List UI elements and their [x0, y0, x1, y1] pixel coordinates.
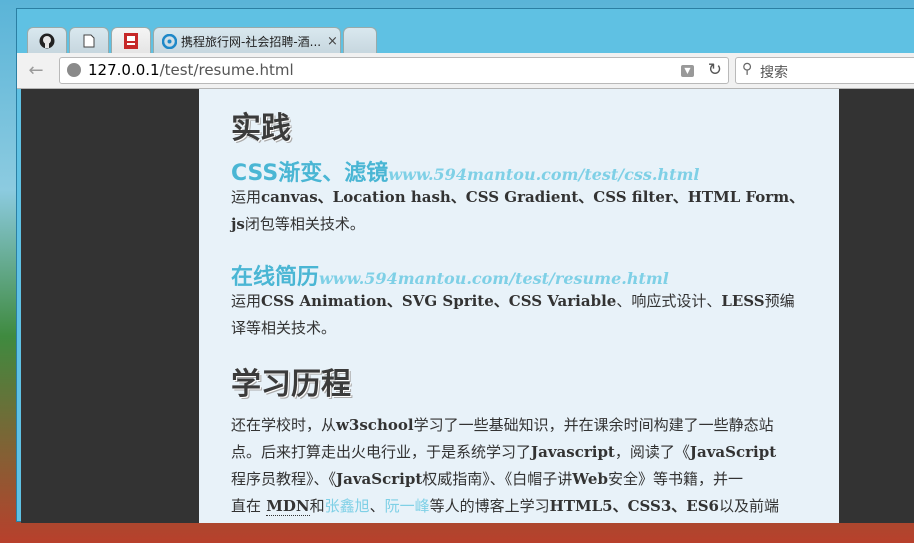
project-css-desc: 运用canvas、Location hash、CSS Gradient、CSS …	[231, 184, 806, 238]
history-text: 和	[309, 497, 325, 515]
url-host: 127.0.0.1	[88, 61, 160, 79]
history-tech: JavaScript	[689, 443, 777, 461]
learning-history: 还在学校时，从w3school学习了一些基础知识，并在课余时间构建了一些静态站 …	[231, 412, 806, 520]
globe-icon	[67, 63, 81, 77]
tab-github[interactable]	[27, 27, 67, 54]
url-path: /test/resume.html	[159, 61, 294, 79]
search-placeholder: 搜索	[760, 65, 788, 81]
page-viewport: 实践 CSS渐变、滤镜www.594mantou.com/test/css.ht…	[21, 89, 914, 523]
section-title-learning: 学习历程	[231, 367, 351, 402]
section-title-practice: 实践	[231, 111, 291, 146]
project-resume-name: 在线简历	[231, 265, 320, 290]
page-icon	[83, 34, 95, 48]
search-icon: ⚲	[742, 61, 753, 77]
history-text: ，阅读了《	[614, 443, 690, 461]
dropdown-icon[interactable]: ▼	[681, 65, 694, 77]
tab-ctrip-title: 携程旅行网-社会招聘-酒...	[181, 34, 321, 49]
history-text: 、	[369, 497, 385, 515]
tab-ctrip[interactable]: 携程旅行网-社会招聘-酒... ×	[153, 27, 341, 54]
history-text: 直在	[231, 497, 262, 515]
history-tech: Web	[572, 470, 608, 488]
resume-page: 实践 CSS渐变、滤镜www.594mantou.com/test/css.ht…	[199, 89, 839, 523]
project-css-name: CSS渐变、滤镜	[231, 161, 389, 186]
history-text: 学习了一些基础知识，并在课余时间构建了一些静态站	[413, 416, 774, 434]
history-text: 点。后来打算走出火电行业，于是系统学习了	[231, 443, 532, 461]
reload-icon[interactable]: ↻	[708, 60, 722, 80]
desc-text: 运用	[231, 292, 262, 310]
tab-close-icon[interactable]: ×	[327, 34, 338, 49]
project-resume-link[interactable]: www.594mantou.com/test/resume.html	[319, 269, 669, 288]
new-tab-button[interactable]	[343, 27, 377, 54]
history-text: 安全》等书籍，并一	[607, 470, 743, 488]
url-text: 127.0.0.1/test/resume.html	[88, 61, 294, 79]
browser-window: 携程旅行网-社会招聘-酒... × ← 127.0.0.1/test/resum…	[16, 8, 914, 523]
history-text: 等人的博客上学习	[429, 497, 550, 515]
toolbar: ← 127.0.0.1/test/resume.html ▼ ↻ ⚲ 搜索	[17, 53, 914, 89]
desc-tech: js	[231, 215, 245, 233]
desc-tech: LESS	[721, 292, 765, 310]
history-text: 以及前端	[719, 497, 780, 515]
desc-text: 运用	[231, 188, 262, 206]
project-css-link[interactable]: www.594mantou.com/test/css.html	[388, 165, 699, 184]
link-zhangxinxu[interactable]: 张鑫旭	[325, 497, 370, 515]
back-arrow-icon[interactable]: ←	[25, 60, 47, 82]
search-box[interactable]: ⚲ 搜索	[735, 57, 914, 84]
ctrip-icon	[162, 33, 177, 49]
abbr-mdn: MDN	[266, 497, 310, 516]
history-tech: JavaScript	[336, 470, 423, 488]
history-tech: w3school	[336, 416, 414, 434]
link-ruanyifeng[interactable]: 阮一峰	[385, 497, 430, 515]
github-icon	[39, 33, 55, 49]
desc-tech: canvas、Location hash、CSS Gradient、CSS fi…	[261, 188, 805, 206]
project-css-title: CSS渐变、滤镜www.594mantou.com/test/css.html	[231, 155, 700, 187]
tab-resume-active[interactable]	[111, 27, 151, 54]
tab-strip: 携程旅行网-社会招聘-酒... ×	[17, 9, 914, 54]
history-tech: HTML5、CSS3、ES6	[549, 497, 719, 515]
history-text: 程序员教程》、《	[231, 470, 337, 488]
history-text: 还在学校时，从	[231, 416, 337, 434]
address-bar[interactable]: 127.0.0.1/test/resume.html ▼ ↻	[59, 57, 729, 84]
resume-favicon-icon	[124, 33, 138, 49]
history-tech: Javascript	[531, 443, 615, 461]
desc-text: 闭包等相关技术。	[244, 215, 365, 233]
tab-file[interactable]	[69, 27, 109, 54]
project-resume-title: 在线简历www.594mantou.com/test/resume.html	[231, 259, 669, 291]
history-text: 权威指南》、《白帽子讲	[422, 470, 573, 488]
desc-text: 、响应式设计、	[616, 292, 722, 310]
desc-tech: CSS Animation、SVG Sprite、CSS Variable	[261, 292, 617, 310]
project-resume-desc: 运用CSS Animation、SVG Sprite、CSS Variable、…	[231, 288, 806, 342]
